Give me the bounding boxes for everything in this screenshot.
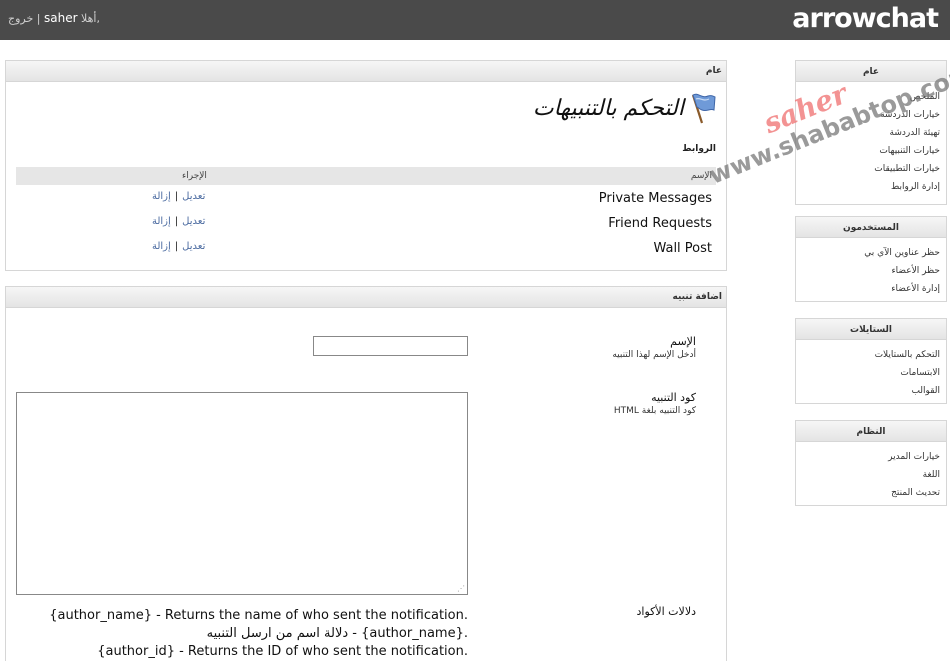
table-row: Private Messages تعديل|إزالة	[16, 185, 716, 210]
notifications-section-title: عام	[6, 61, 726, 82]
arrowchat-logo: arrowchat	[792, 3, 939, 34]
edit-link[interactable]: تعديل	[182, 191, 205, 202]
sidebar-item-update-product[interactable]: تحديث المنتج	[891, 488, 940, 498]
name-hint: أدخل الإسم لهذا التنبيه	[612, 350, 696, 360]
code-line: {author_name} - Returns the name of who …	[49, 608, 468, 623]
sidebar-system-title: النظام	[796, 421, 946, 442]
sidebar-item-templates[interactable]: القوالب	[911, 386, 940, 396]
sidebar-item-admin-options[interactable]: خيارات المدير	[888, 452, 940, 462]
sidebar-item-language[interactable]: اللغة	[923, 470, 940, 480]
row-actions: تعديل|إزالة	[152, 216, 206, 227]
sidebar-item-manage-members[interactable]: إدارة الأعضاء	[891, 284, 940, 294]
sidebar-styles-title: الستايلات	[796, 319, 946, 340]
code-line: دلالة اسم من ارسل التنبيه - {author_name…	[206, 626, 468, 641]
delete-link[interactable]: إزالة	[152, 241, 171, 252]
name-label-block: الإسم أدخل الإسم لهذا التنبيه	[612, 335, 696, 360]
sidebar-item-app-options[interactable]: خيارات التطبيقات	[874, 164, 940, 174]
links-table: الإسم الإجراء Private Messages تعديل|إزا…	[16, 167, 716, 260]
sidebar-item-chat-config[interactable]: تهيئة الدردشة	[890, 128, 940, 138]
sidebar-item-notification-options[interactable]: خيارات التنبيهات	[879, 146, 940, 156]
edit-link[interactable]: تعديل	[182, 216, 205, 227]
logout-link[interactable]: خروج	[8, 12, 33, 25]
add-section-title: اضافة تنبيه	[6, 287, 726, 308]
table-row: Wall Post تعديل|إزالة	[16, 235, 716, 260]
row-name: Friend Requests	[608, 216, 712, 231]
links-label: الروابط	[682, 144, 716, 154]
resize-handle-icon[interactable]: ⋰	[457, 584, 465, 593]
codes-list: {author_name} - Returns the name of who …	[49, 607, 468, 661]
table-header: الإسم الإجراء	[16, 167, 716, 185]
sidebar-styles-panel: الستايلات التحكم بالستايلات الابتسامات ا…	[795, 318, 947, 404]
codes-label: دلالات الأكواد	[636, 605, 696, 618]
sidebar-users-panel: المستخدمون حظر عناوين الآي بي حظر الأعضا…	[795, 216, 947, 302]
user-separator: |	[36, 12, 41, 25]
greeting: أهلا,	[81, 12, 100, 25]
user-box: خروج | saher أهلا,	[8, 11, 100, 25]
row-actions: تعديل|إزالة	[152, 191, 206, 202]
notification-code-textarea[interactable]: ⋰	[16, 392, 468, 595]
page-title: التحكم بالتنبيهات	[532, 95, 684, 121]
name-label: الإسم	[670, 335, 696, 348]
delete-link[interactable]: إزالة	[152, 216, 171, 227]
sidebar-users-title: المستخدمون	[796, 217, 946, 238]
notifications-panel: عام التحكم بالتنبيهات الروابط الإسم الإج…	[5, 60, 727, 271]
sidebar-system-panel: النظام خيارات المدير اللغة تحديث المنتج	[795, 420, 947, 506]
sidebar-item-style-control[interactable]: التحكم بالستايلات	[875, 350, 940, 360]
code-line: {author_id} - Returns the ID of who sent…	[97, 644, 468, 659]
codes-label-block: دلالات الأكواد	[636, 605, 696, 618]
row-name: Private Messages	[598, 191, 712, 206]
sidebar-item-ban-ip[interactable]: حظر عناوين الآي بي	[864, 248, 940, 258]
page-title-block: التحكم بالتنبيهات	[533, 91, 716, 125]
code-hint: كود التنبيه بلغة HTML	[613, 406, 696, 416]
add-notification-panel: اضافة تنبيه الإسم أدخل الإسم لهذا التنبي…	[5, 286, 727, 661]
row-actions: تعديل|إزالة	[152, 241, 206, 252]
top-bar: arrowchat خروج | saher أهلا,	[0, 0, 950, 40]
delete-link[interactable]: إزالة	[152, 191, 171, 202]
col-action-header: الإجراء	[182, 171, 207, 181]
username: saher	[44, 11, 78, 25]
table-row: Friend Requests تعديل|إزالة	[16, 210, 716, 235]
code-label: كود التنبيه	[651, 391, 696, 404]
edit-link[interactable]: تعديل	[182, 241, 205, 252]
sidebar-item-manage-links[interactable]: إدارة الروابط	[891, 182, 940, 192]
notification-name-input[interactable]	[313, 336, 468, 356]
code-label-block: كود التنبيه كود التنبيه بلغة HTML	[614, 391, 696, 416]
sidebar-item-ban-members[interactable]: حظر الأعضاء	[891, 266, 940, 276]
row-name: Wall Post	[653, 241, 712, 256]
flag-icon	[691, 93, 716, 124]
sidebar-item-smilies[interactable]: الابتسامات	[900, 368, 940, 378]
